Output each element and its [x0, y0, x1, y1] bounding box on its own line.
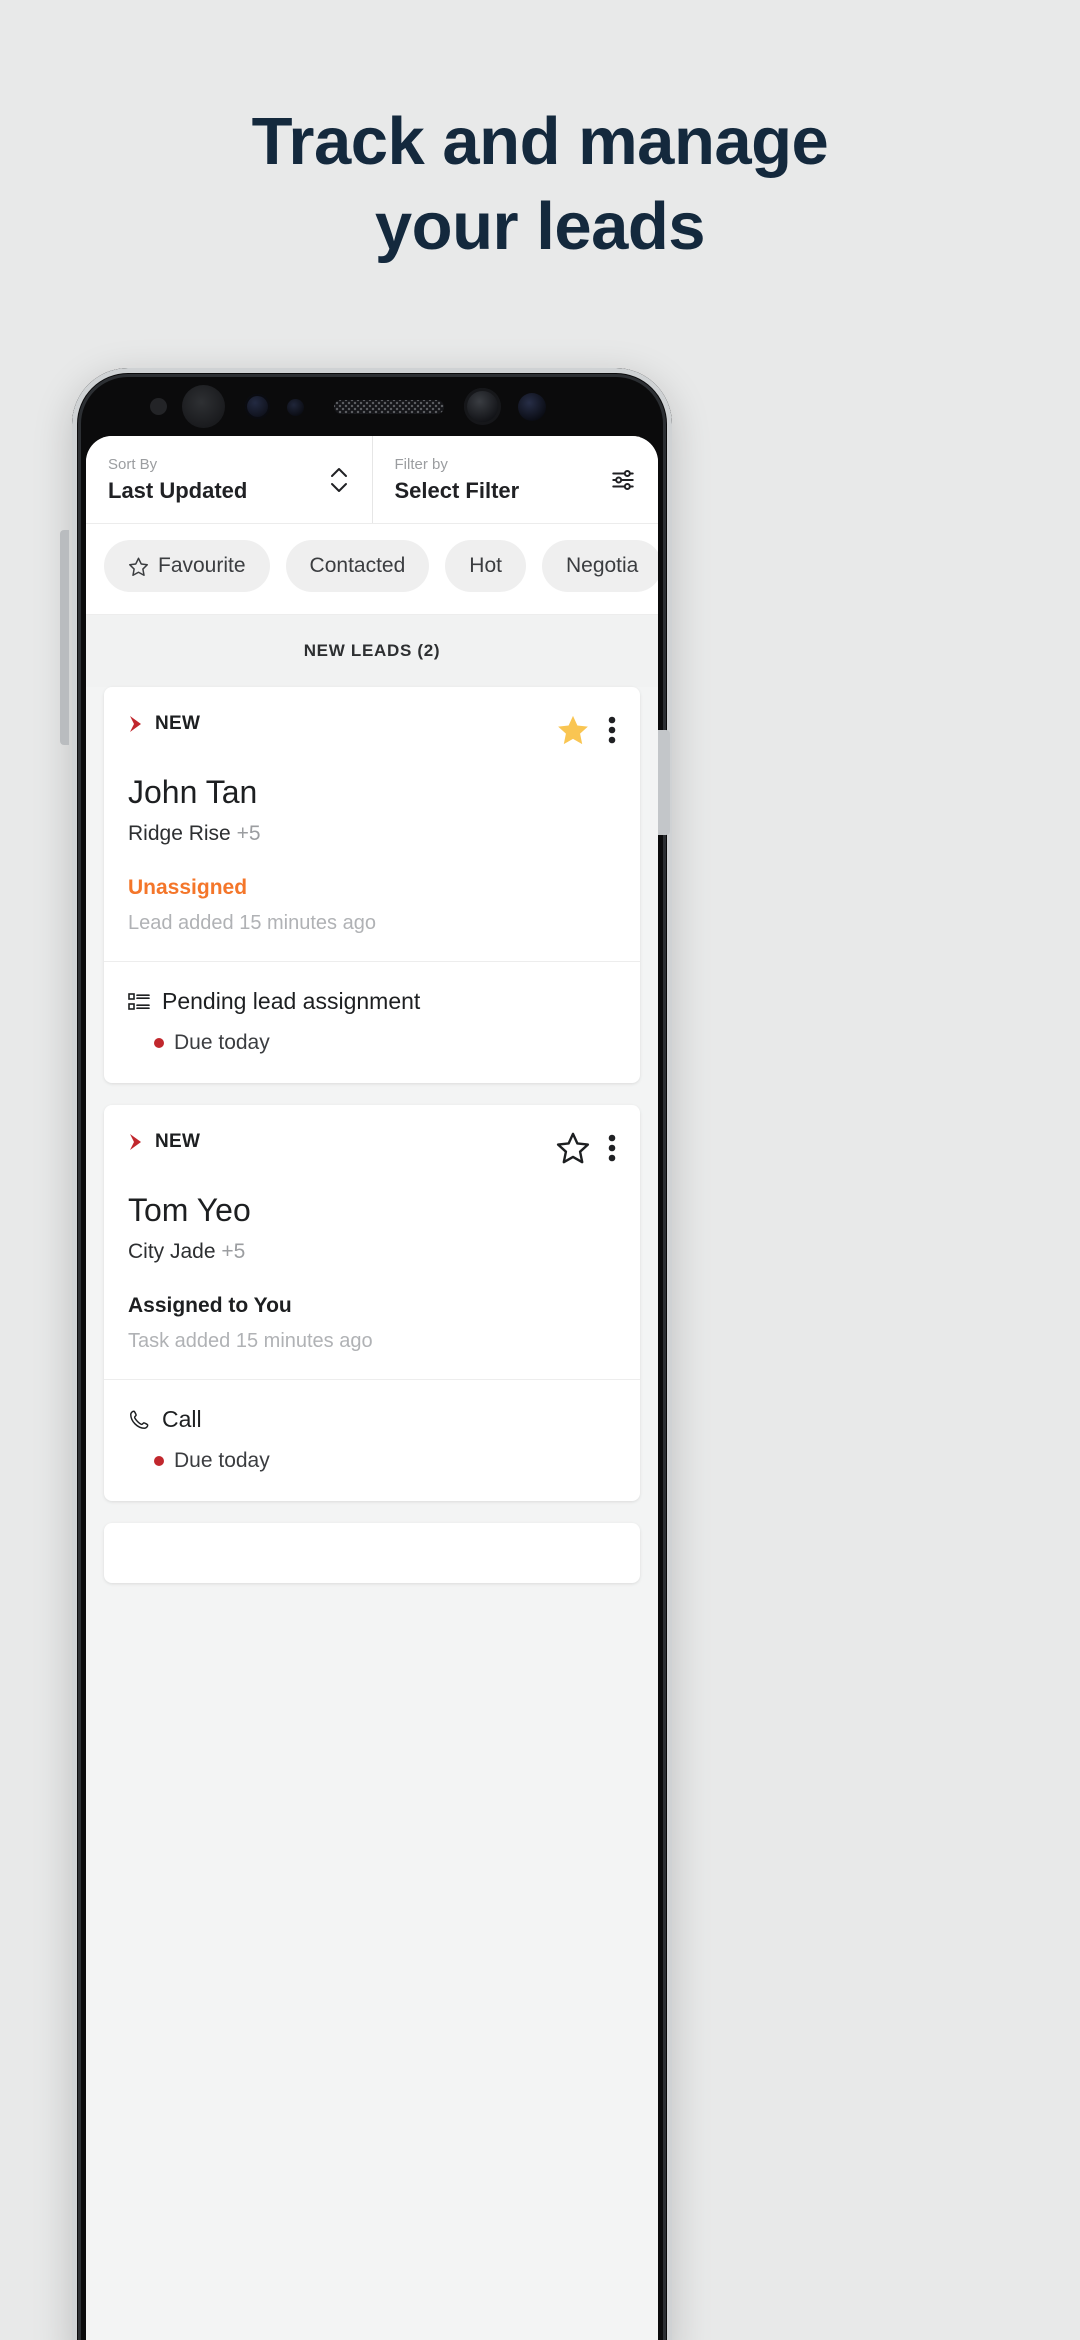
lead-task-title-row: Pending lead assignment — [128, 988, 616, 1015]
chip-contacted[interactable]: Contacted — [285, 540, 430, 592]
sliders-icon[interactable] — [610, 467, 636, 493]
lead-project-extra: +5 — [221, 1240, 246, 1264]
more-vertical-icon[interactable] — [608, 715, 616, 745]
lead-task-due-row: Due today — [154, 1031, 616, 1055]
secondary-camera-icon — [464, 388, 501, 425]
chevron-up-down-icon[interactable] — [328, 463, 350, 497]
volume-button[interactable] — [60, 530, 69, 745]
lead-name: Tom Yeo — [128, 1192, 251, 1229]
due-dot-icon — [154, 1456, 164, 1467]
phone-mockup: Sort By Last Updated Filter by Select Fi… — [72, 368, 672, 2340]
proximity-sensor-icon — [245, 394, 270, 419]
lead-project-name: City Jade — [128, 1240, 216, 1264]
filter-by-label: Filter by — [394, 456, 448, 473]
power-button[interactable] — [658, 730, 670, 835]
new-badge: NEW — [128, 713, 200, 735]
lead-task-due: Due today — [174, 1449, 270, 1473]
lead-card-actions — [556, 713, 616, 747]
lead-task[interactable]: Pending lead assignment Due today — [104, 961, 640, 1083]
filter-by-control[interactable]: Filter by Select Filter — [373, 436, 659, 523]
star-outline-icon[interactable] — [556, 1131, 590, 1165]
sort-filter-bar: Sort By Last Updated Filter by Select Fi… — [86, 436, 658, 524]
lead-task-due-row: Due today — [154, 1449, 616, 1473]
lead-card-actions — [556, 1131, 616, 1165]
lead-time: Task added 15 minutes ago — [128, 1330, 373, 1353]
filter-by-value: Select Filter — [394, 477, 520, 503]
lead-status: Unassigned — [128, 876, 248, 900]
lead-task-due: Due today — [174, 1031, 270, 1055]
lead-card-partial[interactable] — [104, 1523, 640, 1584]
page-title: Track and manage your leads — [0, 108, 1080, 260]
lead-time: Lead added 15 minutes ago — [128, 912, 376, 935]
red-chevron-icon — [128, 1132, 145, 1152]
chip-label: Favourite — [158, 554, 246, 577]
new-badge: NEW — [128, 1131, 200, 1153]
section-header-new-leads: NEW LEADS (2) — [86, 615, 658, 687]
chip-favourite[interactable]: Favourite — [104, 540, 270, 592]
sort-by-label: Sort By — [108, 456, 158, 473]
lead-project: Ridge Rise +5 — [128, 822, 616, 846]
phone-top-bezel — [72, 368, 672, 440]
sort-by-control[interactable]: Sort By Last Updated — [86, 436, 373, 523]
promo-screenshot: Track and manage your leads Sort By Last… — [0, 0, 1080, 2340]
lead-project-extra: +5 — [236, 822, 261, 846]
lead-card-main: NEW — [104, 1105, 640, 1379]
headline-line-1: Track and manage — [251, 104, 829, 179]
sort-by-value: Last Updated — [108, 477, 248, 503]
due-dot-icon — [154, 1038, 164, 1049]
lead-card[interactable]: NEW — [104, 687, 640, 1084]
phone-screen: Sort By Last Updated Filter by Select Fi… — [86, 436, 658, 2340]
phone-icon — [128, 1409, 150, 1431]
headline-line-2: your leads — [374, 189, 706, 264]
red-chevron-icon — [128, 714, 145, 734]
lead-task-title: Call — [162, 1406, 202, 1433]
star-outline-icon — [128, 556, 149, 577]
iris-sensor-icon — [518, 393, 546, 421]
filter-chip-row[interactable]: Favourite Contacted Hot Negotia — [86, 524, 658, 615]
lead-card[interactable]: NEW — [104, 1105, 640, 1502]
new-badge-label: NEW — [155, 713, 201, 734]
chip-label: Hot — [469, 554, 502, 577]
lead-card-header: NEW — [128, 1131, 616, 1165]
lead-task-title: Pending lead assignment — [162, 988, 421, 1015]
star-filled-icon[interactable] — [556, 713, 590, 747]
lead-task-title-row: Call — [128, 1406, 616, 1433]
chip-label: Negotia — [565, 554, 639, 577]
light-sensor-icon — [287, 399, 304, 416]
lead-card-header: NEW — [128, 713, 616, 747]
lead-task[interactable]: Call Due today — [104, 1379, 640, 1501]
new-badge-label: NEW — [155, 1131, 201, 1153]
chip-hot[interactable]: Hot — [445, 540, 526, 592]
sensor-dot-icon — [150, 398, 167, 415]
lead-card-main: NEW — [104, 687, 640, 961]
front-camera-icon — [182, 385, 225, 428]
lead-project: City Jade +5 — [128, 1240, 616, 1264]
chip-negotiation[interactable]: Negotia — [541, 540, 658, 592]
lead-project-name: Ridge Rise — [128, 822, 231, 846]
lead-status: Assigned to You — [128, 1294, 292, 1318]
more-vertical-icon[interactable] — [608, 1133, 616, 1163]
earpiece-speaker-icon — [334, 400, 444, 414]
lead-list: NEW John Tan Ridge Rise +5 Unassigned Le… — [86, 687, 658, 1584]
lead-name: John Tan — [128, 774, 258, 810]
task-list-icon — [128, 992, 150, 1012]
chip-label: Contacted — [309, 554, 406, 577]
